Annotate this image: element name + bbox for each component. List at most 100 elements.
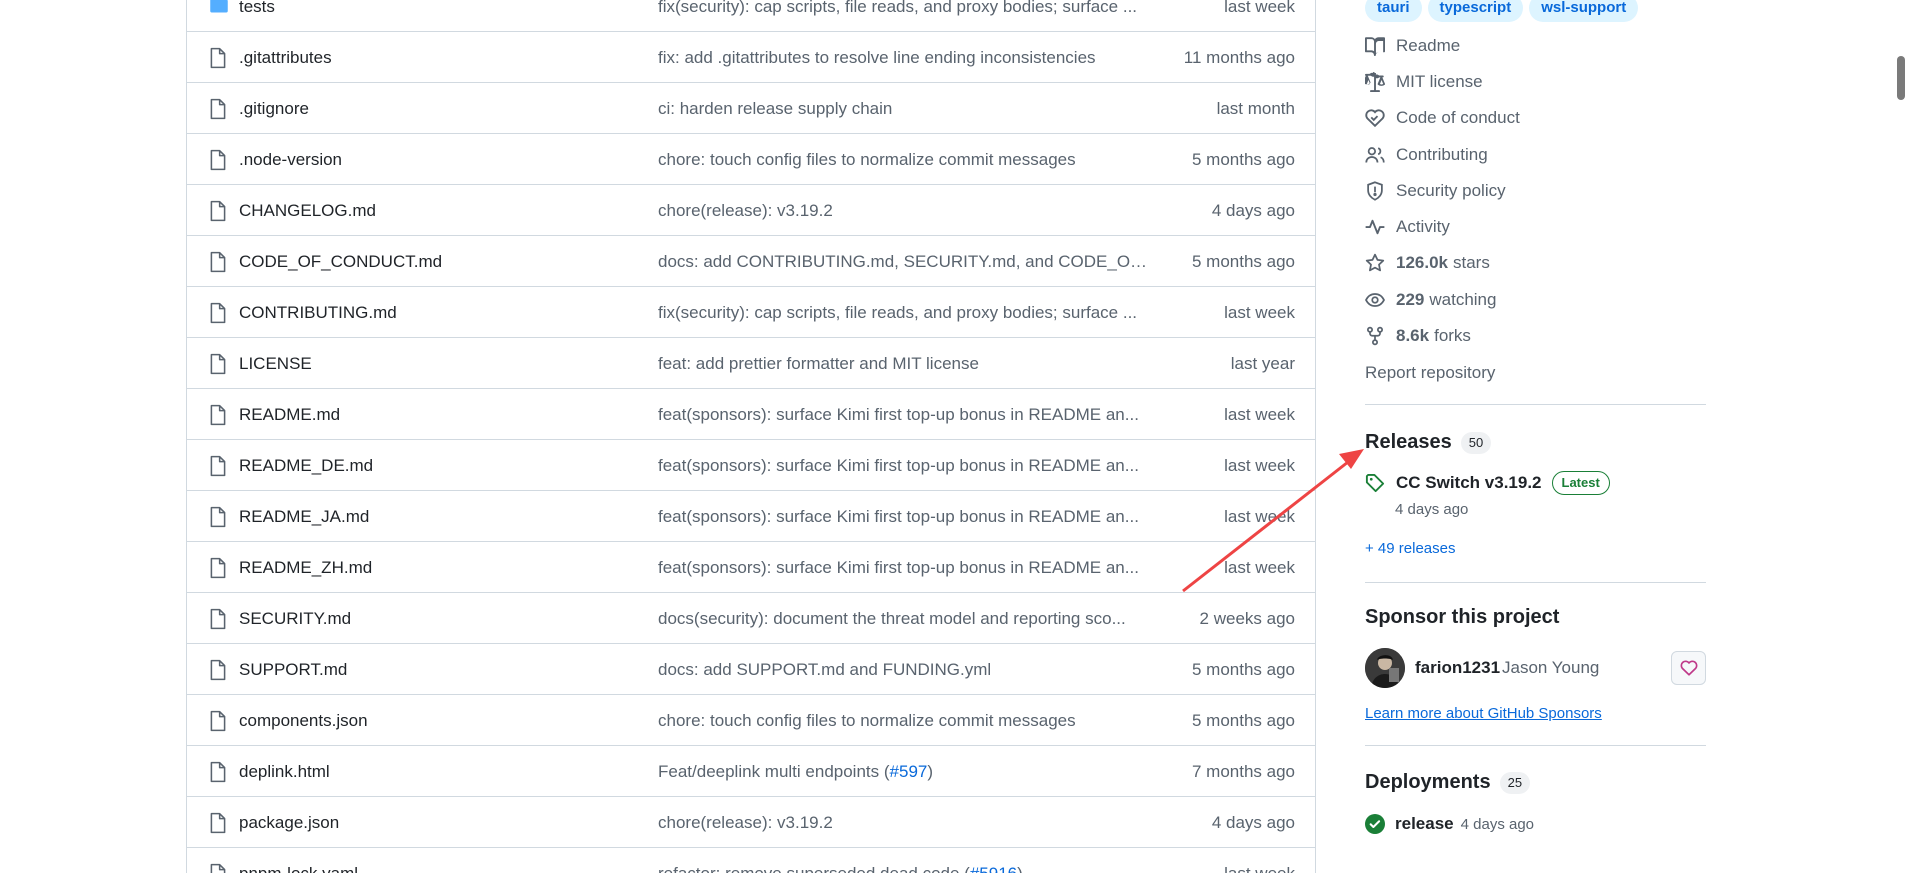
file-row[interactable]: .gitattributes fix: add .gitattributes to… bbox=[187, 31, 1315, 82]
commit-message-link[interactable]: fix: add .gitattributes to resolve line … bbox=[658, 48, 1148, 68]
file-name-link[interactable]: .node-version bbox=[239, 150, 342, 170]
file-name-link[interactable]: CODE_OF_CONDUCT.md bbox=[239, 252, 442, 272]
sponsor-button[interactable] bbox=[1671, 651, 1706, 685]
commit-message-link[interactable]: docs(security): document the threat mode… bbox=[658, 609, 1148, 629]
deployment-env[interactable]: release bbox=[1395, 814, 1454, 834]
learn-sponsors-link[interactable]: Learn more about GitHub Sponsors bbox=[1365, 705, 1602, 722]
commit-time: 5 months ago bbox=[1191, 150, 1295, 169]
file-name-link[interactable]: SECURITY.md bbox=[239, 609, 351, 629]
file-row[interactable]: CONTRIBUTING.md fix(security): cap script… bbox=[187, 286, 1315, 337]
forks-label: forks bbox=[1434, 326, 1471, 345]
file-row[interactable]: .node-version chore: touch config files t… bbox=[187, 133, 1315, 184]
file-name-link[interactable]: README_JA.md bbox=[239, 507, 369, 527]
commit-message-link[interactable]: fix(security): cap scripts, file reads, … bbox=[658, 303, 1148, 323]
commit-message-link[interactable]: chore(release): v3.19.2 bbox=[658, 813, 1148, 833]
pull-request-link[interactable]: #5916 bbox=[970, 864, 1017, 873]
file-row[interactable]: README.md feat(sponsors): surface Kimi fi… bbox=[187, 388, 1315, 439]
topic-tag[interactable]: tauri bbox=[1365, 0, 1422, 22]
latest-release[interactable]: CC Switch v3.19.2 Latest bbox=[1365, 471, 1610, 495]
watchers-link[interactable]: 229 watching bbox=[1365, 288, 1496, 312]
topic-tag[interactable]: typescript bbox=[1427, 0, 1524, 22]
file-row[interactable]: .gitignore ci: harden release supply chai… bbox=[187, 82, 1315, 133]
deployment-item[interactable]: release 4 days ago bbox=[1365, 814, 1534, 834]
commit-time: 2 weeks ago bbox=[1199, 609, 1295, 628]
file-name-link[interactable]: pnpm-lock.yaml bbox=[239, 864, 358, 873]
commit-time: last week bbox=[1224, 864, 1295, 873]
file-name-link[interactable]: .gitignore bbox=[239, 99, 309, 119]
commit-message-link[interactable]: Feat/deeplink multi endpoints (#597) bbox=[658, 762, 1148, 782]
avatar[interactable] bbox=[1365, 648, 1405, 688]
commit-message-link[interactable]: feat(sponsors): surface Kimi first top-u… bbox=[658, 405, 1148, 425]
commit-message-link[interactable]: docs: add CONTRIBUTING.md, SECURITY.md, … bbox=[658, 252, 1148, 272]
sponsor-name: Jason Young bbox=[1502, 658, 1600, 677]
file-table: tests fix(security): cap scripts, file re… bbox=[186, 0, 1316, 873]
commit-message-link[interactable]: docs: add SUPPORT.md and FUNDING.yml bbox=[658, 660, 1148, 680]
commit-message-text: feat(sponsors): surface Kimi first top-u… bbox=[658, 507, 1139, 526]
commit-time: 7 months ago bbox=[1191, 762, 1295, 781]
file-row[interactable]: tests fix(security): cap scripts, file re… bbox=[187, 0, 1315, 31]
more-releases-link[interactable]: + 49 releases bbox=[1365, 540, 1455, 557]
commit-message-link[interactable]: feat(sponsors): surface Kimi first top-u… bbox=[658, 456, 1148, 476]
file-icon bbox=[209, 404, 227, 426]
commit-message-link[interactable]: feat: add prettier formatter and MIT lic… bbox=[658, 354, 1148, 374]
deployments-heading[interactable]: Deployments 25 bbox=[1365, 771, 1531, 794]
file-row[interactable]: README_JA.md feat(sponsors): surface Kimi… bbox=[187, 490, 1315, 541]
commit-message-link[interactable]: ci: harden release supply chain bbox=[658, 99, 1148, 119]
release-name[interactable]: CC Switch v3.19.2 bbox=[1396, 473, 1542, 493]
file-row[interactable]: SUPPORT.md docs: add SUPPORT.md and FUNDI… bbox=[187, 643, 1315, 694]
commit-message-link[interactable]: chore: touch config files to normalize c… bbox=[658, 150, 1148, 170]
contributing-label: Contributing bbox=[1396, 145, 1488, 164]
file-row[interactable]: README_DE.md feat(sponsors): surface Kimi… bbox=[187, 439, 1315, 490]
file-name-link[interactable]: .gitattributes bbox=[239, 48, 332, 68]
license-link[interactable]: MIT license bbox=[1365, 70, 1483, 94]
file-row[interactable]: README_ZH.md feat(sponsors): surface Kimi… bbox=[187, 541, 1315, 592]
file-name-link[interactable]: LICENSE bbox=[239, 354, 312, 374]
stars-link[interactable]: 126.0k stars bbox=[1365, 251, 1490, 275]
releases-count: 50 bbox=[1460, 431, 1492, 454]
file-name-link[interactable]: README.md bbox=[239, 405, 340, 425]
commit-message-link[interactable]: fix(security): cap scripts, file reads, … bbox=[658, 0, 1148, 17]
activity-link[interactable]: Activity bbox=[1365, 215, 1450, 239]
file-row[interactable]: deplink.html Feat/deeplink multi endpoint… bbox=[187, 745, 1315, 796]
contributing-link[interactable]: Contributing bbox=[1365, 143, 1488, 167]
readme-link[interactable]: Readme bbox=[1365, 34, 1460, 58]
divider bbox=[1365, 404, 1706, 405]
file-name-link[interactable]: CHANGELOG.md bbox=[239, 201, 376, 221]
file-row[interactable]: CODE_OF_CONDUCT.md docs: add CONTRIBUTING… bbox=[187, 235, 1315, 286]
file-name-link[interactable]: README_ZH.md bbox=[239, 558, 372, 578]
file-name-link[interactable]: SUPPORT.md bbox=[239, 660, 347, 680]
scrollbar-thumb[interactable] bbox=[1897, 56, 1905, 100]
forks-link[interactable]: 8.6k forks bbox=[1365, 324, 1471, 348]
file-name-link[interactable]: package.json bbox=[239, 813, 339, 833]
pull-request-link[interactable]: #597 bbox=[890, 762, 928, 781]
star-icon bbox=[1365, 253, 1385, 272]
file-name-link[interactable]: CONTRIBUTING.md bbox=[239, 303, 397, 323]
file-row[interactable]: pnpm-lock.yaml refactor: remove supersede… bbox=[187, 847, 1315, 873]
file-name-link[interactable]: deplink.html bbox=[239, 762, 330, 782]
file-name-link[interactable]: components.json bbox=[239, 711, 368, 731]
code-of-conduct-link[interactable]: Code of conduct bbox=[1365, 106, 1520, 130]
commit-message-link[interactable]: feat(sponsors): surface Kimi first top-u… bbox=[658, 507, 1148, 527]
file-row[interactable]: SECURITY.md docs(security): document the … bbox=[187, 592, 1315, 643]
file-row[interactable]: components.json chore: touch config files… bbox=[187, 694, 1315, 745]
commit-message-tail: ) bbox=[1017, 864, 1023, 873]
commit-message-link[interactable]: chore(release): v3.19.2 bbox=[658, 201, 1148, 221]
commit-message-text: feat(sponsors): surface Kimi first top-u… bbox=[658, 456, 1139, 475]
commit-message-link[interactable]: feat(sponsors): surface Kimi first top-u… bbox=[658, 558, 1148, 578]
sponsor-login[interactable]: farion1231 bbox=[1415, 658, 1500, 678]
releases-heading[interactable]: Releases 50 bbox=[1365, 431, 1492, 454]
commit-message-link[interactable]: chore: touch config files to normalize c… bbox=[658, 711, 1148, 731]
page-scrollbar[interactable] bbox=[1892, 0, 1910, 873]
stars-label: stars bbox=[1453, 253, 1490, 272]
file-row[interactable]: LICENSE feat: add prettier formatter and … bbox=[187, 337, 1315, 388]
commit-message-link[interactable]: refactor: remove superseded dead code (#… bbox=[658, 864, 1148, 873]
scale-icon bbox=[1365, 72, 1385, 92]
file-row[interactable]: CHANGELOG.md chore(release): v3.19.2 4 day… bbox=[187, 184, 1315, 235]
file-name-link[interactable]: README_DE.md bbox=[239, 456, 373, 476]
file-row[interactable]: package.json chore(release): v3.19.2 4 day… bbox=[187, 796, 1315, 847]
security-policy-link[interactable]: Security policy bbox=[1365, 179, 1506, 203]
report-repository-link[interactable]: Report repository bbox=[1365, 363, 1495, 383]
topic-tag[interactable]: wsl-support bbox=[1529, 0, 1639, 22]
license-label: MIT license bbox=[1396, 72, 1483, 91]
file-name-link[interactable]: tests bbox=[239, 0, 275, 17]
